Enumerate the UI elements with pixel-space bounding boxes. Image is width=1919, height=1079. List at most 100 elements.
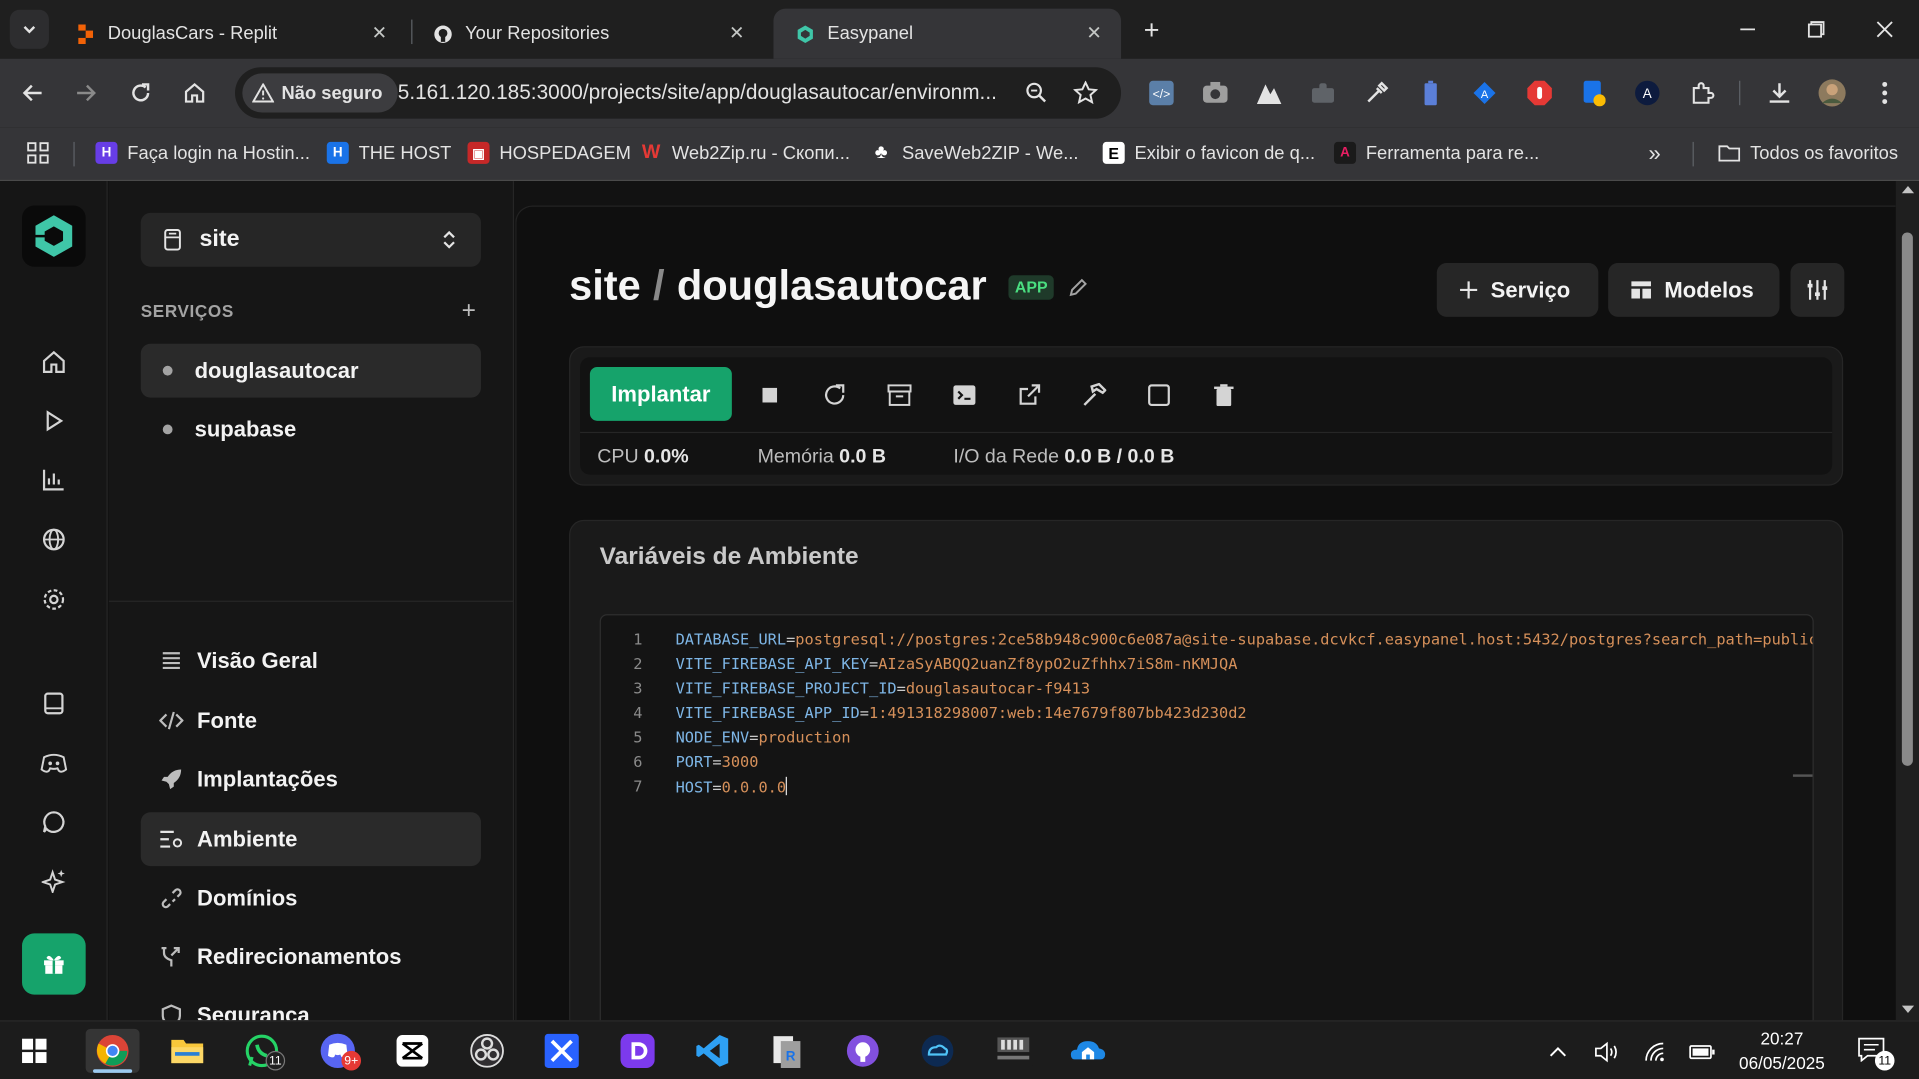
extension-camera-icon[interactable]	[1201, 78, 1230, 107]
env-editor[interactable]: 1 DATABASE_URL=postgresql://postgres:2ce5…	[599, 614, 1814, 1021]
service-item-douglasautocar[interactable]: douglasautocar	[140, 343, 481, 398]
close-tab-icon[interactable]: ✕	[727, 23, 747, 44]
discord-nav-icon[interactable]	[39, 749, 68, 778]
tab-easypanel[interactable]: Easypanel ✕	[773, 8, 1122, 59]
scroll-up-arrow-icon[interactable]	[1901, 185, 1915, 194]
menu-item-overview[interactable]: Visão Geral	[141, 634, 481, 688]
service-item-supabase[interactable]: supabase	[141, 402, 481, 456]
extension-battery-icon[interactable]	[1416, 78, 1445, 107]
stop-icon[interactable]	[756, 382, 783, 409]
extension-eyedropper-icon[interactable]	[1362, 78, 1391, 107]
square-icon[interactable]	[1146, 382, 1173, 409]
bookmark-favicon[interactable]: E Exibir o favicon de q...	[1102, 141, 1315, 165]
tray-chevron-icon[interactable]	[1544, 1039, 1571, 1066]
globe-nav-icon[interactable]	[39, 525, 68, 554]
new-tab-button[interactable]: +	[1136, 15, 1168, 47]
reload-button[interactable]	[124, 76, 158, 110]
home-button[interactable]	[177, 76, 211, 110]
menu-item-environment[interactable]: Ambiente	[140, 812, 481, 867]
taskbar-app-website-copier[interactable]	[986, 1029, 1040, 1073]
scroll-thumb[interactable]	[1901, 232, 1913, 766]
taskbar-capcut[interactable]	[386, 1029, 440, 1073]
extension-code-icon[interactable]: </>	[1147, 78, 1176, 107]
bookmark-star-icon[interactable]	[1073, 80, 1098, 105]
volume-icon[interactable]	[1593, 1039, 1620, 1066]
url-text[interactable]: 5.161.120.185:3000/projects/site/app/dou…	[398, 81, 1010, 105]
sparkles-nav-icon[interactable]	[39, 866, 68, 895]
taskbar-app-cloud[interactable]	[911, 1029, 965, 1073]
tab-douglascars[interactable]: DouglasCars - Replit ✕	[54, 9, 406, 59]
gift-button[interactable]	[22, 933, 86, 995]
restore-button[interactable]	[1799, 12, 1833, 46]
hammer-icon[interactable]	[1081, 382, 1108, 409]
taskbar-app-files[interactable]: R	[760, 1029, 814, 1073]
extension-puzzle-grey-icon[interactable]	[1308, 78, 1337, 107]
address-bar[interactable]: Não seguro 5.161.120.185:3000/projects/s…	[234, 67, 1122, 119]
close-tab-icon[interactable]: ✕	[370, 23, 390, 44]
page-scrollbar[interactable]	[1895, 181, 1919, 1021]
terminal-icon[interactable]	[951, 382, 978, 409]
docs-nav-icon[interactable]	[39, 689, 68, 718]
bookmark-ferramenta[interactable]: A Ferramenta para re...	[1333, 141, 1539, 165]
taskbar-whatsapp[interactable]: 11	[235, 1029, 289, 1073]
bookmark-saveweb2zip[interactable]: ♣ SaveWeb2ZIP - We...	[870, 141, 1079, 165]
forward-button[interactable]	[69, 76, 103, 110]
tab-search-button[interactable]	[9, 9, 49, 49]
close-tab-icon[interactable]: ✕	[1084, 23, 1104, 44]
templates-button[interactable]: Modelos	[1608, 263, 1780, 317]
taskbar-app-purple[interactable]	[611, 1029, 665, 1073]
trash-icon[interactable]	[1210, 382, 1237, 409]
bookmark-the-host[interactable]: H THE HOST	[326, 141, 451, 165]
project-selector[interactable]: site	[140, 212, 481, 267]
taskbar-app-onedrive[interactable]	[1061, 1029, 1115, 1073]
zoom-icon[interactable]	[1024, 81, 1048, 105]
menu-item-source[interactable]: Fonte	[141, 694, 481, 748]
site-info-button[interactable]: Não seguro	[242, 73, 398, 113]
extensions-puzzle-icon[interactable]	[1688, 78, 1717, 107]
deploy-button[interactable]: Implantar	[589, 367, 732, 421]
scroll-down-arrow-icon[interactable]	[1901, 1005, 1915, 1013]
easypanel-logo[interactable]	[22, 205, 86, 267]
extension-file-icon[interactable]	[1579, 78, 1608, 107]
menu-item-security[interactable]: Segurança	[141, 988, 481, 1021]
taskbar-discord[interactable]: 9+	[311, 1029, 365, 1073]
extension-mountain-icon[interactable]	[1254, 78, 1283, 107]
bookmark-web2zip[interactable]: W Web2Zip.ru - Скопи...	[640, 141, 850, 165]
notifications-button[interactable]: 11	[1858, 1036, 1895, 1071]
play-nav-icon[interactable]	[39, 406, 68, 435]
battery-icon[interactable]	[1689, 1039, 1716, 1066]
apps-grid-icon[interactable]	[27, 141, 49, 165]
service-settings-button[interactable]	[1790, 263, 1845, 317]
taskbar-obs[interactable]	[460, 1029, 514, 1073]
more-menu-icon[interactable]	[1870, 78, 1899, 107]
tab-repositories[interactable]: Your Repositories ✕	[411, 9, 763, 59]
menu-item-redirects[interactable]: Redirecionamentos	[141, 930, 481, 984]
restart-icon[interactable]	[821, 382, 848, 409]
all-bookmarks-folder[interactable]: Todos os favoritos	[1718, 141, 1898, 165]
extension-a-icon[interactable]: A	[1633, 78, 1662, 107]
profile-avatar[interactable]	[1817, 78, 1846, 107]
start-button[interactable]	[7, 1029, 61, 1073]
home-nav-icon[interactable]	[39, 347, 68, 376]
bookmark-hostinger[interactable]: H Faça login na Hostin...	[95, 141, 310, 165]
bookmark-hospedagem[interactable]: ▣ HOSPEDAGEM	[467, 141, 631, 165]
taskbar-explorer[interactable]	[160, 1029, 214, 1073]
taskbar-clock[interactable]: 20:27 06/05/2025	[1721, 1026, 1843, 1075]
taskbar-app-blue[interactable]	[535, 1029, 589, 1073]
taskbar-chrome[interactable]	[85, 1028, 140, 1073]
archive-icon[interactable]	[886, 382, 913, 409]
add-service-button[interactable]: Serviço	[1436, 263, 1599, 317]
menu-item-deployments[interactable]: Implantações	[141, 752, 481, 806]
back-button[interactable]	[16, 76, 50, 110]
breadcrumb-project[interactable]: site	[569, 263, 641, 311]
extension-translate-icon[interactable]: A	[1470, 78, 1499, 107]
taskbar-github-desktop[interactable]	[836, 1029, 890, 1073]
external-link-icon[interactable]	[1016, 382, 1043, 409]
pencil-icon[interactable]	[1068, 277, 1088, 297]
more-bookmarks-icon[interactable]: »	[1649, 140, 1661, 165]
extension-adblock-icon[interactable]	[1525, 78, 1554, 107]
chat-nav-icon[interactable]	[39, 807, 68, 836]
minimize-button[interactable]	[1731, 12, 1765, 46]
add-service-icon[interactable]: +	[456, 297, 480, 324]
settings-nav-icon[interactable]	[39, 585, 68, 614]
